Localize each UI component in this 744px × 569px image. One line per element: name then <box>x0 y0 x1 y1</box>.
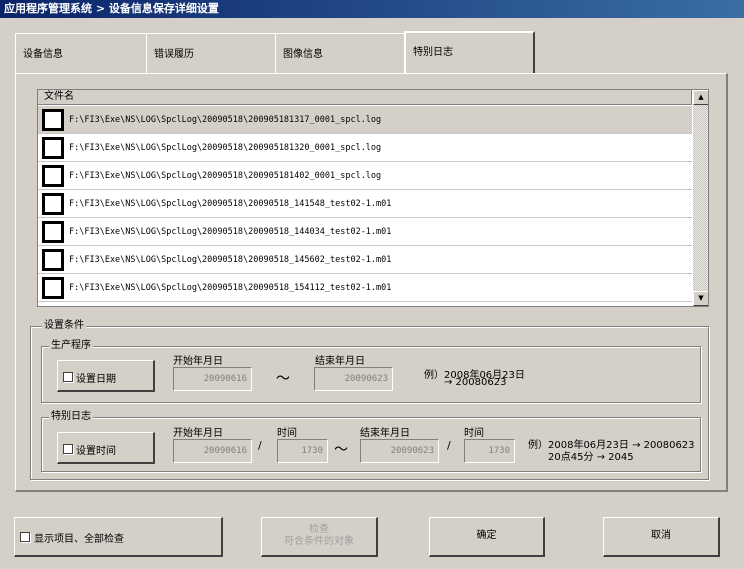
end-date-label: 结束年月日 <box>360 428 410 439</box>
window-title: 应用程序管理系统 > 设备信息保存详细设置 <box>0 0 744 18</box>
vertical-scrollbar[interactable]: ▲ ▼ <box>693 90 708 306</box>
row-checkbox[interactable] <box>42 193 64 215</box>
start-date-label: 开始年月日 <box>173 356 223 367</box>
file-list[interactable]: 文件名 F:\FI3\Exe\NS\LOG\SpclLog\20090518\2… <box>37 89 709 307</box>
file-path: F:\FI3\Exe\NS\LOG\SpclLog\20090518\20090… <box>69 283 392 293</box>
cancel-button[interactable]: 取消 <box>603 517 720 557</box>
row-checkbox[interactable] <box>42 249 64 271</box>
search-button-line1: 检查 <box>309 524 329 535</box>
list-item[interactable]: F:\FI3\Exe\NS\LOG\SpclLog\20090518\20090… <box>38 274 692 302</box>
file-path: F:\FI3\Exe\NS\LOG\SpclLog\20090518\20090… <box>69 227 392 237</box>
tab-label: 设备信息 <box>23 49 63 60</box>
file-path: F:\FI3\Exe\NS\LOG\SpclLog\20090518\20090… <box>69 255 392 265</box>
ok-button[interactable]: 确定 <box>429 517 545 557</box>
row-checkbox[interactable] <box>42 165 64 187</box>
search-button-line2: 符合条件的对象 <box>284 536 354 547</box>
list-item[interactable]: F:\FI3\Exe\NS\LOG\SpclLog\20090518\20090… <box>38 246 692 274</box>
start-time-field[interactable]: 1730 <box>277 439 328 463</box>
date-time-separator: / <box>258 439 262 452</box>
special-log-group-label: 特别日志 <box>49 411 93 423</box>
end-date-field[interactable]: 20090623 <box>314 367 393 391</box>
show-all-checkbox[interactable] <box>20 532 30 542</box>
set-time-label: 设置时间 <box>76 446 116 457</box>
tab-image-info[interactable]: 图像信息 <box>275 33 405 73</box>
tab-error-history[interactable]: 错误履历 <box>146 33 276 73</box>
row-checkbox[interactable] <box>42 277 64 299</box>
date-example-line2: → 20080623 <box>444 377 507 388</box>
file-path: F:\FI3\Exe\NS\LOG\SpclLog\20090518\20090… <box>69 171 382 181</box>
time-example-line2: 20点45分 → 2045 <box>548 452 634 463</box>
range-separator: ～ <box>334 442 348 458</box>
column-header-filename[interactable]: 文件名 <box>38 90 692 105</box>
date-time-separator: / <box>447 439 451 452</box>
end-time-field[interactable]: 1730 <box>464 439 515 463</box>
tab-special-log[interactable]: 特别日志 <box>404 31 535 73</box>
list-item[interactable]: F:\FI3\Exe\NS\LOG\SpclLog\20090518\20090… <box>38 218 692 246</box>
tab-label: 错误履历 <box>154 49 194 60</box>
search-matching-button[interactable]: 检查 符合条件的对象 <box>261 517 378 557</box>
list-item[interactable]: F:\FI3\Exe\NS\LOG\SpclLog\20090518\20090… <box>38 106 692 134</box>
row-checkbox[interactable] <box>42 221 64 243</box>
tab-device-info[interactable]: 设备信息 <box>15 33 147 73</box>
tab-label: 特别日志 <box>413 47 453 58</box>
set-time-checkbox[interactable] <box>63 444 73 454</box>
start-date-label: 开始年月日 <box>173 428 223 439</box>
start-date-field[interactable]: 20090616 <box>173 439 252 463</box>
start-time-label: 时间 <box>277 428 297 439</box>
show-all-toggle[interactable]: 显示项目、全部检查 <box>14 517 223 557</box>
scroll-down-icon[interactable]: ▼ <box>693 291 708 306</box>
file-path: F:\FI3\Exe\NS\LOG\SpclLog\20090518\20090… <box>69 115 382 125</box>
list-item[interactable]: F:\FI3\Exe\NS\LOG\SpclLog\20090518\20090… <box>38 190 692 218</box>
end-date-label: 结束年月日 <box>315 356 365 367</box>
list-item[interactable]: F:\FI3\Exe\NS\LOG\SpclLog\20090518\20090… <box>38 162 692 190</box>
set-date-checkbox[interactable] <box>63 372 73 382</box>
start-date-field[interactable]: 20090616 <box>173 367 252 391</box>
set-time-toggle[interactable]: 设置时间 <box>57 432 155 464</box>
show-all-label: 显示项目、全部检查 <box>34 534 124 545</box>
file-path: F:\FI3\Exe\NS\LOG\SpclLog\20090518\20090… <box>69 143 382 153</box>
range-separator: ～ <box>276 371 290 387</box>
row-checkbox[interactable] <box>42 109 64 131</box>
end-date-field[interactable]: 20090623 <box>360 439 439 463</box>
production-group-label: 生产程序 <box>49 340 93 352</box>
file-path: F:\FI3\Exe\NS\LOG\SpclLog\20090518\20090… <box>69 199 392 209</box>
row-checkbox[interactable] <box>42 137 64 159</box>
tab-label: 图像信息 <box>283 49 323 60</box>
conditions-group-label: 设置条件 <box>42 320 86 332</box>
set-date-toggle[interactable]: 设置日期 <box>57 360 155 392</box>
list-item[interactable]: F:\FI3\Exe\NS\LOG\SpclLog\20090518\20090… <box>38 134 692 162</box>
scroll-up-icon[interactable]: ▲ <box>693 90 708 105</box>
end-time-label: 时间 <box>464 428 484 439</box>
set-date-label: 设置日期 <box>76 374 116 385</box>
